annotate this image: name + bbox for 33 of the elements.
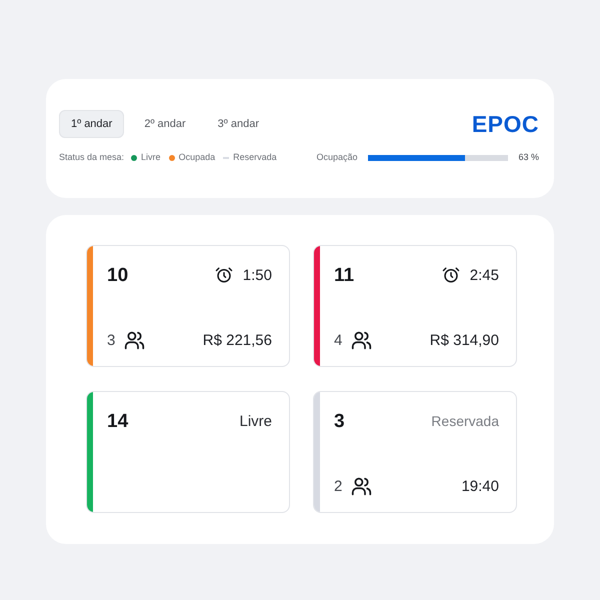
table-status: Livre [239, 414, 272, 428]
bill-amount: R$ 314,90 [430, 332, 499, 348]
table-status: Reservada [431, 414, 499, 428]
elapsed-time: 1:50 [242, 268, 272, 282]
floor-tab[interactable]: 2º andar [132, 110, 198, 138]
people-icon [351, 476, 372, 496]
legend-item: Ocupada [178, 153, 216, 162]
table-card[interactable]: 14 Livre [86, 391, 290, 513]
people-icon [124, 330, 146, 350]
table-card[interactable]: 3 Reservada 2 19:40 [313, 391, 517, 513]
occupancy-label: Ocupação [316, 153, 358, 162]
people-icon [351, 330, 372, 350]
alarm-clock-icon [214, 266, 233, 284]
logo: EPOC [472, 112, 539, 136]
alarm-clock-icon [442, 266, 460, 284]
guest-count: 4 [334, 332, 342, 348]
table-number: 11 [334, 266, 354, 284]
guest-count: 3 [107, 332, 116, 348]
floor-tab[interactable]: 3º andar [206, 110, 271, 138]
table-card[interactable]: 11 2:45 4 R$ 314,90 [313, 245, 517, 367]
legend-label: Status da mesa: [59, 153, 124, 162]
elapsed-time: 2:45 [470, 268, 499, 282]
table-number: 3 [334, 412, 345, 430]
table-card[interactable]: 10 1:50 3 R$ 221,56 [86, 245, 290, 367]
legend-item: Livre [141, 153, 161, 162]
floor-tab[interactable]: 1º andar [59, 110, 124, 138]
occupancy-reading: 63 % [518, 153, 539, 162]
bill-amount: R$ 221,56 [202, 332, 272, 348]
reservation-time: 19:40 [461, 478, 499, 494]
table-number: 10 [107, 266, 128, 284]
guest-count: 2 [334, 478, 342, 494]
legend-item: Reservada [233, 153, 277, 162]
table-number: 14 [107, 412, 128, 430]
